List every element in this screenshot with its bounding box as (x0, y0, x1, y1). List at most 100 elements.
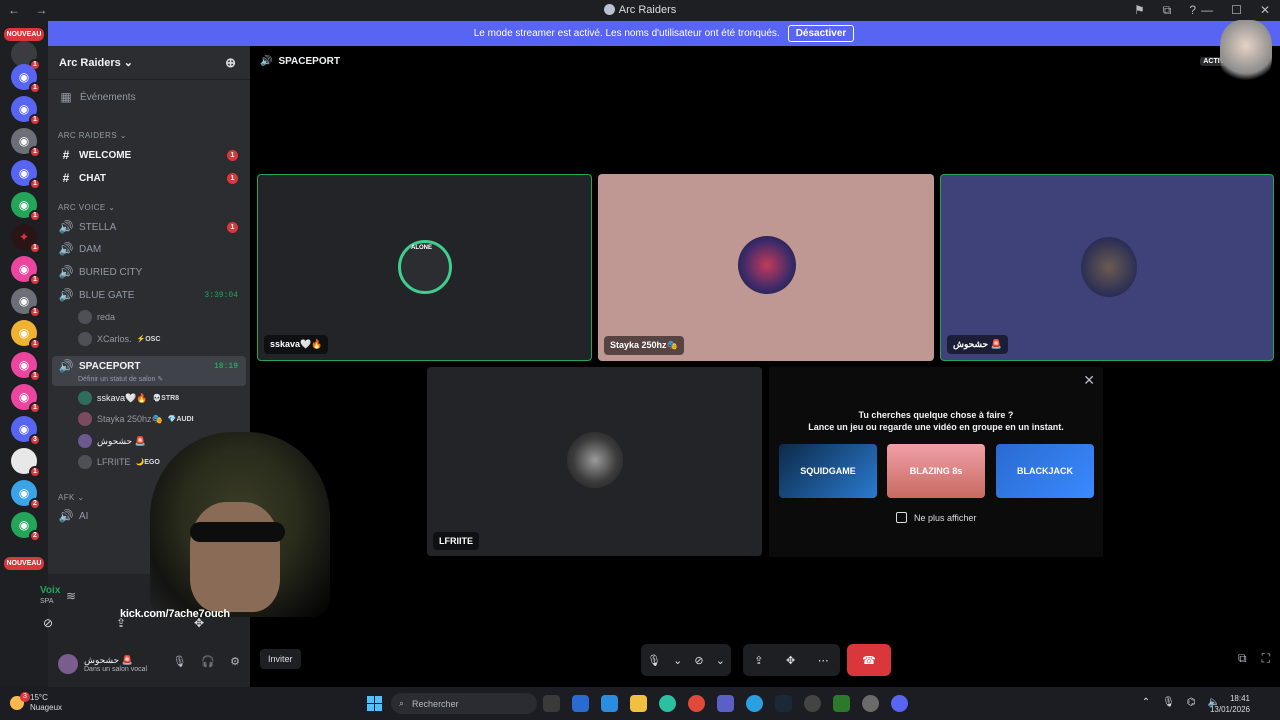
user-name: حشحوش 🚨 (84, 654, 133, 665)
chevron-up-icon[interactable]: ⌃ (1142, 697, 1150, 708)
voice-user[interactable]: XCarlos. ⚡OSC (78, 330, 160, 348)
channel-chat[interactable]: # CHAT 1 (52, 168, 246, 188)
minimize-button[interactable]: — (1201, 3, 1213, 17)
voice-channel-spaceport[interactable]: 🔊 SPACEPORT 18:19 (52, 356, 246, 376)
server-icon[interactable]: ◉ 1 (11, 128, 41, 158)
game-card[interactable]: BLAZING 8s (887, 444, 985, 498)
weather-widget[interactable]: 3 15°C Nuageux (10, 692, 62, 713)
activities-icon[interactable]: ✥ (786, 654, 795, 667)
game-card[interactable]: BLACKJACK (996, 444, 1094, 498)
system-tray: ⌃ 🎙 ⌬ 🔈 (1142, 697, 1220, 708)
kick-url: kick.com/7ache7ouch (120, 608, 230, 620)
disconnect-button[interactable]: ☎ (847, 644, 891, 676)
headphones-icon[interactable]: 🎧 (201, 655, 215, 668)
app-icon[interactable] (833, 695, 850, 712)
channel-welcome[interactable]: # WELCOME 1 (52, 145, 246, 165)
user-status: Dans un salon vocal (84, 665, 148, 673)
search-input[interactable]: ⌕ Rechercher (391, 693, 537, 714)
server-icon[interactable]: ◉ 2 (11, 480, 41, 510)
category-arc-voice[interactable]: ARC VOICE ⌄ (58, 203, 115, 212)
server-icon[interactable]: ◉ 1 (11, 320, 41, 350)
guild-name[interactable]: Arc Raiders ⌄ (59, 56, 133, 69)
events-item[interactable]: ▦ Événements (52, 87, 246, 107)
dont-show-checkbox[interactable]: Ne plus afficher (896, 512, 976, 523)
channel-status[interactable]: Définir un statut de salon ✎ (78, 375, 163, 383)
microphone-icon[interactable]: 🎙 (1162, 697, 1175, 708)
voice-stage: 🔊 SPACEPORT ACTIVÉ ALONE sskava🤍🔥 Stayka … (250, 20, 1280, 687)
help-icon[interactable]: ? (1189, 3, 1196, 18)
voice-channel-buried-city[interactable]: 🔊 BURIED CITY (52, 262, 246, 282)
inbox-icon[interactable]: ⚑ (1134, 3, 1145, 18)
avatar[interactable] (58, 653, 78, 674)
steam-icon[interactable] (775, 695, 792, 712)
server-icon[interactable]: ◉ 1 (11, 192, 41, 222)
popout-icon[interactable]: ⧉ (1238, 651, 1247, 666)
server-icon[interactable]: ◉ 1 (11, 256, 41, 286)
category-afk[interactable]: AFK ⌄ (58, 493, 84, 502)
checkbox[interactable] (896, 512, 907, 523)
video-tile[interactable]: حشحوش 🚨 (940, 174, 1274, 361)
chevron-down-icon[interactable]: ⌄ (673, 654, 682, 667)
invite-button[interactable]: Inviter (260, 649, 301, 669)
task-view-icon[interactable] (543, 695, 560, 712)
voice-channel-dam[interactable]: 🔊 DAM (52, 239, 246, 259)
screen-icon[interactable]: ⧉ (1163, 3, 1172, 18)
video-tile[interactable]: ALONE sskava🤍🔥 (257, 174, 592, 361)
tile-label: حشحوش 🚨 (947, 335, 1008, 354)
chevron-down-icon[interactable]: ⌄ (716, 654, 725, 667)
server-icon[interactable]: ◉ 2 (11, 512, 41, 542)
category-arc-raiders[interactable]: ARC RAIDERS ⌄ (58, 131, 127, 140)
server-icon[interactable]: 1 (11, 448, 41, 478)
teams-icon[interactable] (717, 695, 734, 712)
explorer-icon[interactable] (630, 695, 647, 712)
gear-icon[interactable]: ⚙ (230, 655, 240, 668)
voice-channel-blue-gate[interactable]: 🔊 BLUE GATE 3:39:04 (52, 285, 246, 305)
store-icon[interactable] (572, 695, 589, 712)
voice-user[interactable]: reda (78, 308, 115, 326)
weather-icon: 3 (10, 692, 30, 710)
edge-icon[interactable] (659, 695, 676, 712)
discord-icon[interactable] (891, 695, 908, 712)
outlook-icon[interactable] (601, 695, 618, 712)
maximize-button[interactable]: ☐ (1231, 3, 1242, 17)
microphone-icon[interactable]: 🎙 (647, 654, 661, 667)
fullscreen-icon[interactable]: ⛶ (1262, 651, 1270, 666)
server-icon[interactable]: ✦ 1 (11, 224, 41, 254)
clock[interactable]: 18:41 13/01/2026 (1210, 693, 1250, 715)
server-icon[interactable]: ◉ 1 (11, 352, 41, 382)
server-icon[interactable]: ◉ 1 (11, 64, 41, 94)
camera-off-icon[interactable]: ⊘ (43, 616, 53, 630)
disable-streamer-button[interactable]: Désactiver (787, 25, 855, 42)
promo-title: Tu cherches quelque chose à faire ? (858, 410, 1014, 420)
start-button[interactable] (367, 696, 382, 711)
server-icon[interactable]: ◉ 3 (11, 416, 41, 446)
server-icon[interactable]: ◉ 1 (11, 384, 41, 414)
taskbar-apps (543, 695, 908, 712)
microphone-icon[interactable]: 🎙 (172, 655, 186, 668)
promo-subtitle: Lance un jeu ou regarde une vidéo en gro… (808, 422, 1064, 432)
more-icon[interactable]: ⋯ (818, 654, 829, 667)
settings-icon[interactable] (862, 695, 879, 712)
mic-camera-group: 🎙 ⌄ ⊘ ⌄ (641, 644, 731, 676)
close-button[interactable]: ✕ (1260, 3, 1270, 17)
network-icon[interactable]: ⌬ (1187, 697, 1196, 708)
voice-user[interactable]: sskava🤍🔥 💀STR8 (78, 389, 179, 407)
camera-off-icon[interactable]: ⊘ (694, 654, 703, 667)
screen-share-icon[interactable]: ⇪ (754, 654, 763, 667)
server-icon[interactable]: ◉ 1 (11, 160, 41, 190)
voice-user[interactable]: Stayka 250hz🎭 💎AUDI (78, 410, 194, 428)
channel-timer: 3:39:04 (204, 290, 238, 300)
video-tile[interactable]: LFRIITE (427, 367, 762, 556)
telegram-icon[interactable] (746, 695, 763, 712)
guild-header[interactable]: Arc Raiders ⌄ ⊕ (48, 46, 250, 80)
game-card[interactable]: SQUIDGAME (779, 444, 877, 498)
person-add-icon[interactable]: ⊕ (225, 55, 236, 71)
server-icon[interactable]: ◉ 1 (11, 96, 41, 126)
server-icon[interactable]: ◉ 1 (11, 288, 41, 318)
close-icon[interactable]: ✕ (1083, 372, 1095, 389)
obs-icon[interactable] (804, 695, 821, 712)
chrome-icon[interactable] (688, 695, 705, 712)
voice-channel-stella[interactable]: 🔊 STELLA 1 (52, 217, 246, 237)
video-tile[interactable]: Stayka 250hz🎭 (598, 174, 934, 361)
unread-badge: 1 (227, 172, 238, 184)
